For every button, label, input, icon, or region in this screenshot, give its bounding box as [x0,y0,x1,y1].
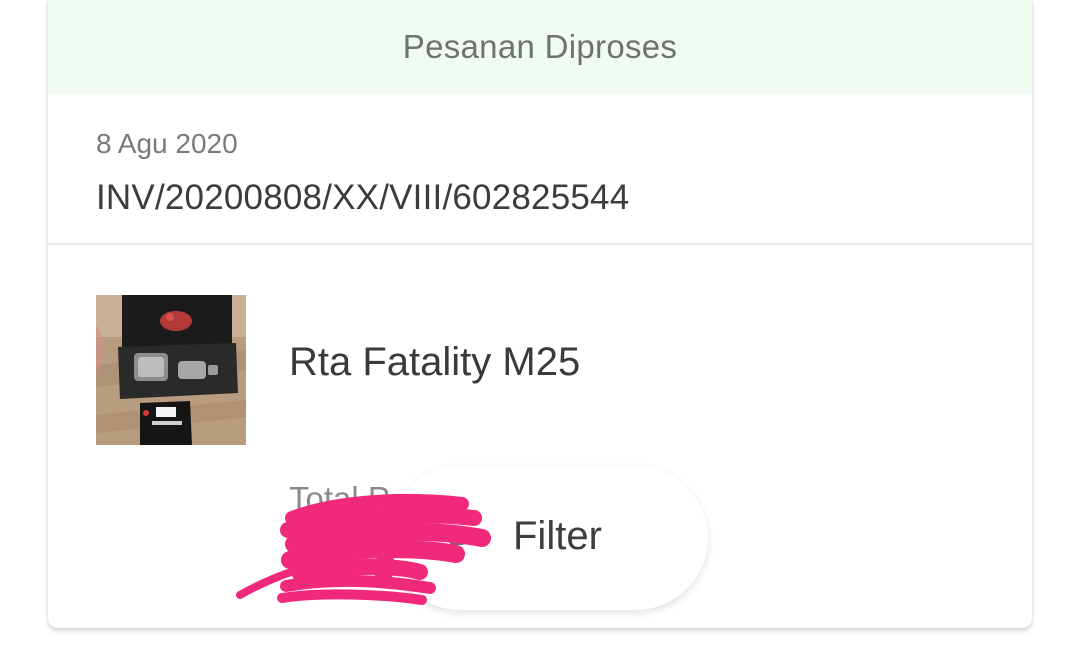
order-date: 8 Agu 2020 [96,128,238,159]
invoice-number: INV/20200808/XX/VIII/602825544 [96,178,630,217]
product-name[interactable]: Rta Fatality M25 [289,340,580,385]
order-status-header: Pesanan Diproses [48,0,1032,94]
product-thumbnail [96,295,246,445]
divider [48,243,1032,245]
redaction-scribble [236,493,491,605]
order-status-label: Pesanan Diproses [402,28,678,65]
filter-label[interactable]: Filter [513,514,602,559]
